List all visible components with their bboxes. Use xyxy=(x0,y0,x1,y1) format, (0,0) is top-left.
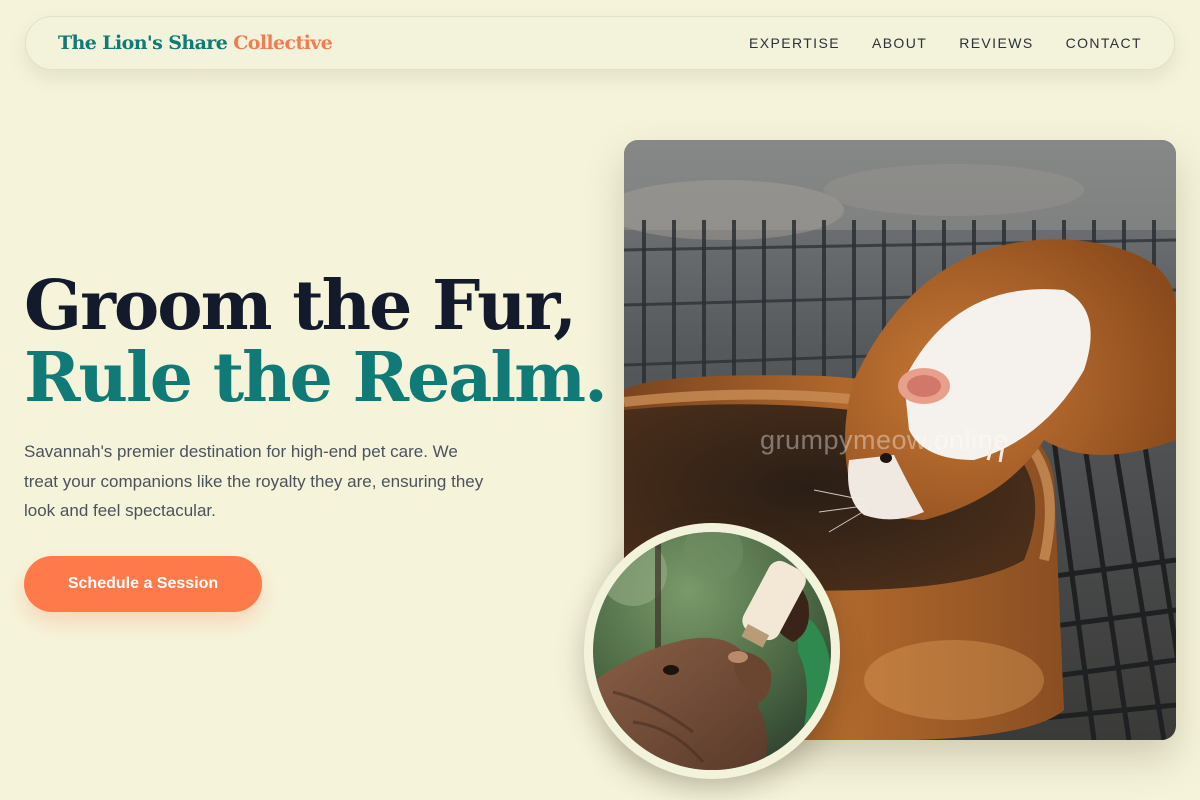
brand-logo[interactable]: The Lion's Share Collective xyxy=(58,32,333,54)
watermark-text: grumpymeow.online xyxy=(760,425,1009,455)
main-menu: EXPERTISE ABOUT REVIEWS CONTACT xyxy=(717,35,1142,51)
inset-photo-frame xyxy=(593,532,831,770)
nav-link-about[interactable]: ABOUT xyxy=(872,35,927,51)
nav-link-reviews[interactable]: REVIEWS xyxy=(959,35,1033,51)
headline-line-1: Groom the Fur, xyxy=(24,266,577,346)
hero-headline: Groom the Fur, Rule the Realm. xyxy=(24,266,608,418)
brand-name-primary: The Lion's Share xyxy=(58,32,228,54)
headline-line-2: Rule the Realm. xyxy=(24,338,608,418)
top-nav: The Lion's Share Collective EXPERTISE AB… xyxy=(25,16,1175,70)
baby-elephant-bottle-photo xyxy=(584,523,840,779)
brand-name-accent: Collective xyxy=(233,32,333,54)
schedule-session-button[interactable]: Schedule a Session xyxy=(24,556,262,612)
nav-link-expertise[interactable]: EXPERTISE xyxy=(749,35,840,51)
nav-link-contact[interactable]: CONTACT xyxy=(1066,35,1142,51)
hero-description: Savannah's premier destination for high-… xyxy=(24,442,484,520)
